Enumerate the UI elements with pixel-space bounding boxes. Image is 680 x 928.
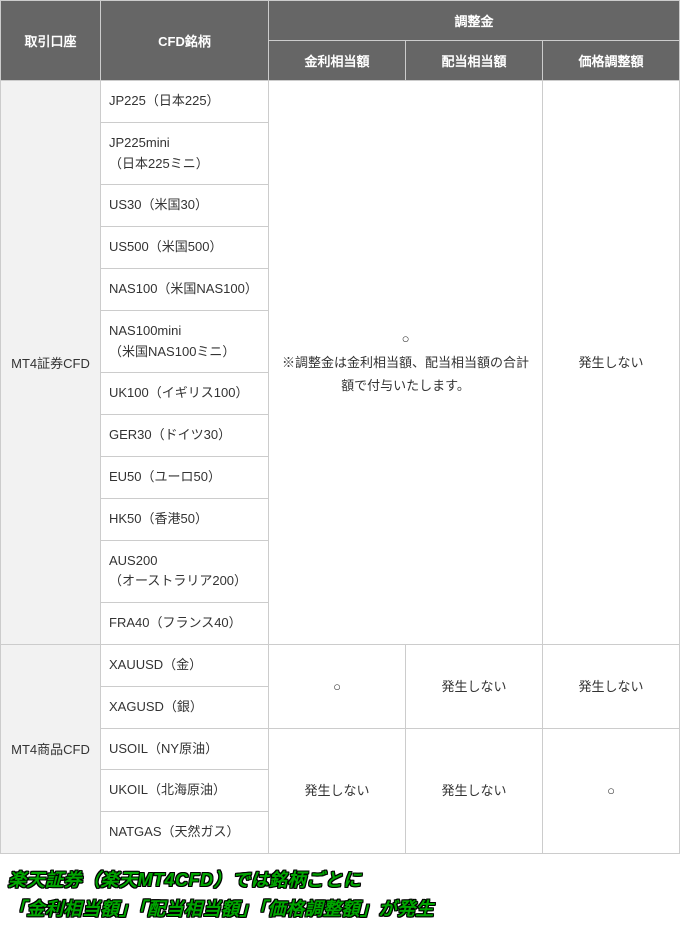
cfd-name-cell: HK50（香港50） xyxy=(101,498,269,540)
account-cell: MT4商品CFD xyxy=(1,644,101,853)
header-adjustment-group: 調整金 xyxy=(269,1,680,41)
cfd-name-cell: NATGAS（天然ガス） xyxy=(101,812,269,854)
cfd-name-cell: JP225mini（日本225ミニ） xyxy=(101,122,269,185)
cfd-name-cell: XAUUSD（金） xyxy=(101,644,269,686)
cfd-adjustment-table: 取引口座 CFD銘柄 調整金 金利相当額 配当相当額 価格調整額 MT4証券CF… xyxy=(0,0,680,854)
caption-line2: 「金利相当額」「配当相当額」「価格調整額」が発生 xyxy=(8,899,434,919)
header-price: 価格調整額 xyxy=(543,41,680,81)
cfd-name-cell: GER30（ドイツ30） xyxy=(101,415,269,457)
cfd-name-cell: US30（米国30） xyxy=(101,185,269,227)
caption: 楽天証券（楽天MT4CFD）では銘柄ごとに 「金利相当額」「配当相当額」「価格調… xyxy=(0,862,680,928)
cfd-name-cell: XAGUSD（銀） xyxy=(101,686,269,728)
cfd-name-cell: US500（米国500） xyxy=(101,227,269,269)
table-row: MT4商品CFDXAUUSD（金）○発生しない発生しない xyxy=(1,644,680,686)
merged-cell: ○ xyxy=(269,644,406,728)
cfd-name-cell: EU50（ユーロ50） xyxy=(101,456,269,498)
merged-cell: ○※調整金は金利相当額、配当相当額の合計額で付与いたします。 xyxy=(269,81,543,645)
header-account: 取引口座 xyxy=(1,1,101,81)
merged-cell: ○ xyxy=(543,728,680,853)
cfd-name-cell: USOIL（NY原油） xyxy=(101,728,269,770)
account-cell: MT4証券CFD xyxy=(1,81,101,645)
caption-line1: 楽天証券（楽天MT4CFD）では銘柄ごとに xyxy=(8,870,362,890)
cfd-name-cell: JP225（日本225） xyxy=(101,81,269,123)
header-name: CFD銘柄 xyxy=(101,1,269,81)
header-dividend: 配当相当額 xyxy=(406,41,543,81)
merged-cell: 発生しない xyxy=(543,81,680,645)
table-row: USOIL（NY原油）発生しない発生しない○ xyxy=(1,728,680,770)
merged-cell: 発生しない xyxy=(543,644,680,728)
header-interest: 金利相当額 xyxy=(269,41,406,81)
cfd-name-cell: UKOIL（北海原油） xyxy=(101,770,269,812)
cfd-name-cell: FRA40（フランス40） xyxy=(101,603,269,645)
cfd-name-cell: NAS100（米国NAS100） xyxy=(101,268,269,310)
merged-cell: 発生しない xyxy=(269,728,406,853)
cfd-name-cell: UK100（イギリス100） xyxy=(101,373,269,415)
cfd-name-cell: NAS100mini（米国NAS100ミニ） xyxy=(101,310,269,373)
merged-cell: 発生しない xyxy=(406,644,543,728)
merged-cell: 発生しない xyxy=(406,728,543,853)
cfd-name-cell: AUS200（オーストラリア200） xyxy=(101,540,269,603)
table-row: MT4証券CFDJP225（日本225）○※調整金は金利相当額、配当相当額の合計… xyxy=(1,81,680,123)
